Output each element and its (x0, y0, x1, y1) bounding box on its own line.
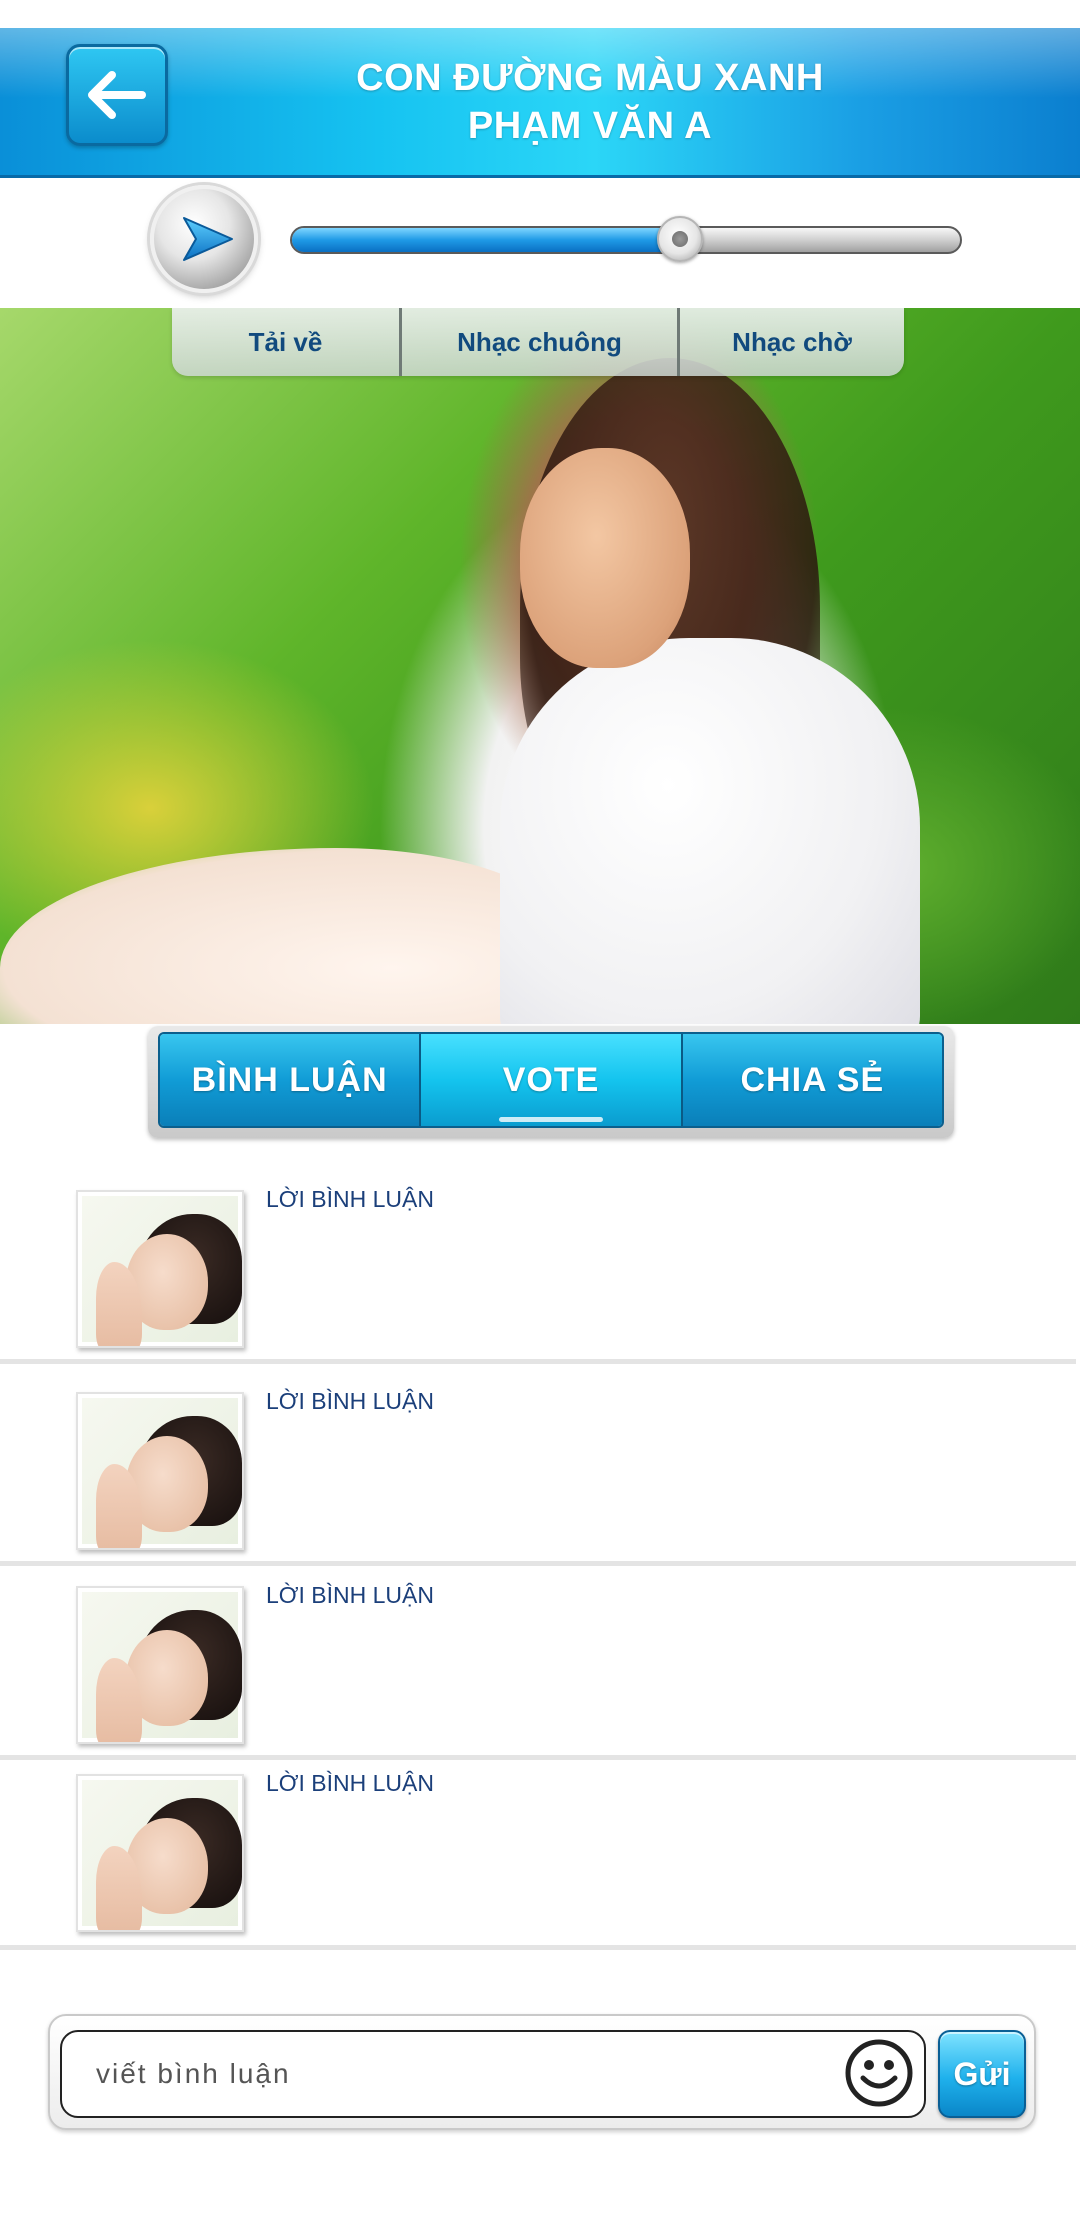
progress-fill (292, 228, 680, 252)
tab-share[interactable]: CHIA SẺ (682, 1034, 942, 1126)
avatar (76, 1586, 244, 1744)
back-button[interactable] (66, 44, 168, 146)
progress-thumb[interactable] (656, 216, 703, 262)
send-button[interactable]: Gửi (938, 2030, 1026, 2118)
tab-ringback-tone[interactable]: Nhạc chờ (680, 308, 904, 376)
play-icon (183, 217, 233, 261)
tab-vote[interactable]: VOTE (421, 1034, 683, 1126)
arrow-left-icon (88, 71, 146, 119)
avatar (76, 1190, 244, 1348)
tab-download[interactable]: Tải về (172, 308, 402, 376)
action-tabs: BÌNH LUẬN VOTE CHIA SẺ (148, 1026, 954, 1138)
comment-item: LỜI BÌNH LUẬN (0, 1770, 1076, 1950)
song-title: CON ĐƯỜNG MÀU XANH PHẠM VĂN A (200, 54, 980, 150)
comment-input[interactable] (60, 2030, 926, 2118)
progress-bar[interactable] (290, 226, 962, 254)
song-name: CON ĐƯỜNG MÀU XANH (356, 57, 824, 99)
comment-composer: Gửi (48, 2014, 1036, 2130)
avatar (76, 1392, 244, 1550)
emoji-button[interactable] (844, 2038, 914, 2108)
download-options: Tải về Nhạc chuông Nhạc chờ (172, 308, 904, 376)
play-button[interactable] (150, 185, 258, 293)
comment-item: LỜI BÌNH LUẬN (0, 1388, 1076, 1566)
comment-text: LỜI BÌNH LUẬN (266, 1388, 434, 1414)
avatar (76, 1774, 244, 1932)
tab-comments[interactable]: BÌNH LUẬN (160, 1034, 422, 1126)
comment-item: LỜI BÌNH LUẬN (0, 1582, 1076, 1760)
comment-text: LỜI BÌNH LUẬN (266, 1582, 434, 1608)
artist-photo: Tải về Nhạc chuông Nhạc chờ (0, 308, 1080, 1024)
comment-item: LỜI BÌNH LUẬN (0, 1186, 1076, 1364)
smiley-icon (845, 2039, 913, 2107)
comment-text: LỜI BÌNH LUẬN (266, 1770, 434, 1796)
tab-ringtone[interactable]: Nhạc chuông (402, 308, 680, 376)
header-bar: CON ĐƯỜNG MÀU XANH PHẠM VĂN A (0, 28, 1080, 178)
artist-name: PHẠM VĂN A (467, 105, 713, 147)
comment-text: LỜI BÌNH LUẬN (266, 1186, 434, 1212)
song-detail-screen: CON ĐƯỜNG MÀU XANH PHẠM VĂN A Tải về Nhạ… (0, 0, 1080, 2220)
audio-player (0, 180, 1080, 310)
